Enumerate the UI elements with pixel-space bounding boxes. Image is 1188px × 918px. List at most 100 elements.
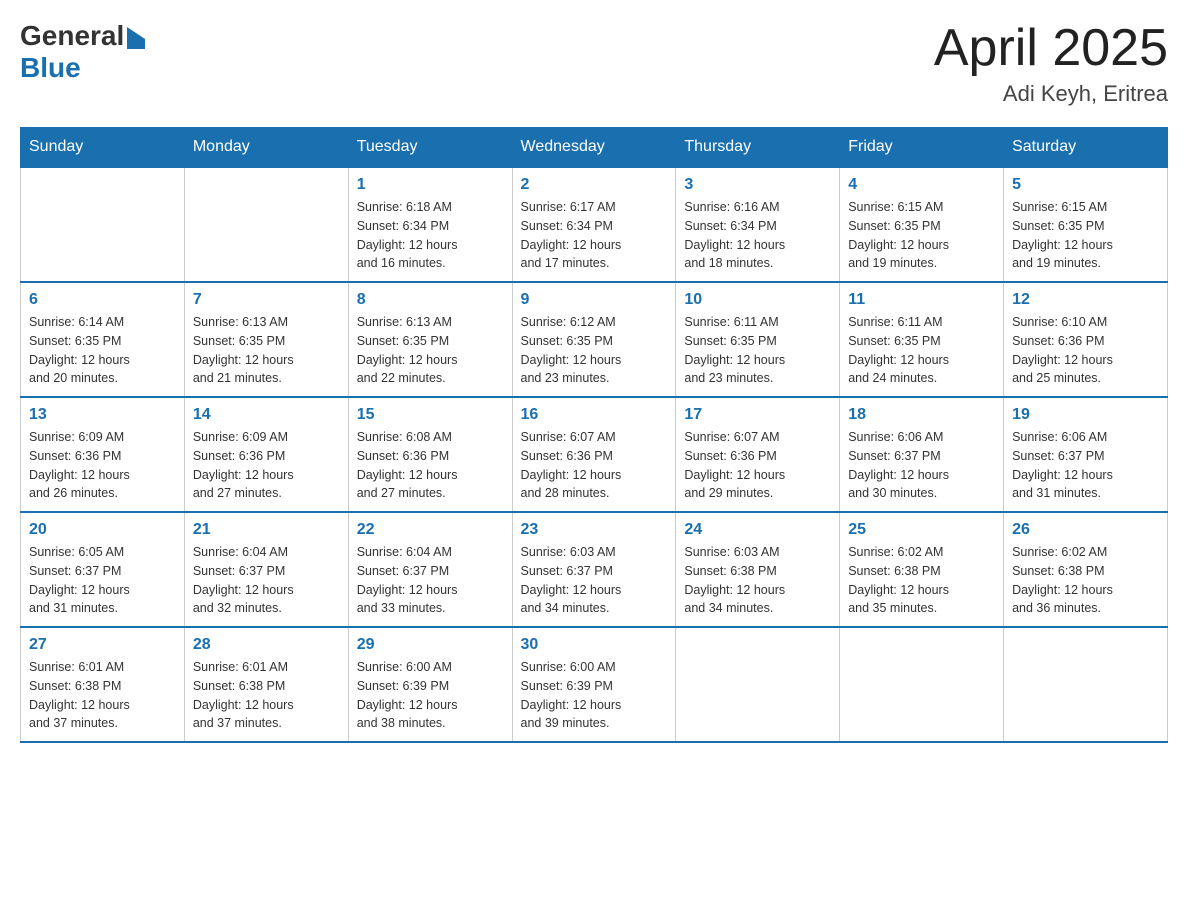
calendar-week-row: 1 Sunrise: 6:18 AMSunset: 6:34 PMDaylight… <box>21 167 1168 282</box>
day-number: 9 <box>521 291 668 309</box>
day-info: Sunrise: 6:01 AMSunset: 6:38 PMDaylight:… <box>193 658 340 733</box>
day-info: Sunrise: 6:06 AMSunset: 6:37 PMDaylight:… <box>1012 428 1159 503</box>
logo-general-text: General <box>20 20 124 52</box>
calendar-day-header: Friday <box>840 128 1004 168</box>
calendar-cell: 27Sunrise: 6:01 AMSunset: 6:38 PMDayligh… <box>21 627 185 742</box>
logo: General Blue <box>20 20 145 84</box>
day-number: 10 <box>684 291 831 309</box>
page-header: General Blue April 2025 Adi Keyh, Eritre… <box>20 20 1168 107</box>
day-number: 21 <box>193 521 340 539</box>
calendar-day-header: Saturday <box>1004 128 1168 168</box>
calendar-cell: 6 Sunrise: 6:14 AMSunset: 6:35 PMDaylight… <box>21 282 185 397</box>
day-info: Sunrise: 6:05 AMSunset: 6:37 PMDaylight:… <box>29 543 176 618</box>
day-info: Sunrise: 6:06 AMSunset: 6:37 PMDaylight:… <box>848 428 995 503</box>
day-number: 1 <box>357 176 504 194</box>
day-number: 18 <box>848 406 995 424</box>
day-number: 17 <box>684 406 831 424</box>
day-number: 4 <box>848 176 995 194</box>
day-info: Sunrise: 6:09 AMSunset: 6:36 PMDaylight:… <box>29 428 176 503</box>
calendar-cell: 16 Sunrise: 6:07 AMSunset: 6:36 PMDayligh… <box>512 397 676 512</box>
calendar-cell: 29Sunrise: 6:00 AMSunset: 6:39 PMDayligh… <box>348 627 512 742</box>
logo-icon: General Blue <box>20 20 145 84</box>
calendar-table: SundayMondayTuesdayWednesdayThursdayFrid… <box>20 127 1168 743</box>
calendar-cell: 5 Sunrise: 6:15 AMSunset: 6:35 PMDaylight… <box>1004 167 1168 282</box>
day-number: 25 <box>848 521 995 539</box>
day-info: Sunrise: 6:15 AMSunset: 6:35 PMDaylight:… <box>1012 198 1159 273</box>
calendar-cell: 13 Sunrise: 6:09 AMSunset: 6:36 PMDayligh… <box>21 397 185 512</box>
calendar-cell: 23Sunrise: 6:03 AMSunset: 6:37 PMDayligh… <box>512 512 676 627</box>
day-info: Sunrise: 6:12 AMSunset: 6:35 PMDaylight:… <box>521 313 668 388</box>
day-number: 16 <box>521 406 668 424</box>
day-number: 13 <box>29 406 176 424</box>
calendar-cell: 21 Sunrise: 6:04 AMSunset: 6:37 PMDayligh… <box>184 512 348 627</box>
logo-blue-text: Blue <box>20 52 81 84</box>
calendar-header-row: SundayMondayTuesdayWednesdayThursdayFrid… <box>21 128 1168 168</box>
day-info: Sunrise: 6:11 AMSunset: 6:35 PMDaylight:… <box>684 313 831 388</box>
day-number: 14 <box>193 406 340 424</box>
calendar-cell: 9 Sunrise: 6:12 AMSunset: 6:35 PMDaylight… <box>512 282 676 397</box>
calendar-week-row: 20 Sunrise: 6:05 AMSunset: 6:37 PMDayligh… <box>21 512 1168 627</box>
day-number: 3 <box>684 176 831 194</box>
calendar-cell <box>21 167 185 282</box>
calendar-week-row: 6 Sunrise: 6:14 AMSunset: 6:35 PMDaylight… <box>21 282 1168 397</box>
calendar-cell: 12 Sunrise: 6:10 AMSunset: 6:36 PMDayligh… <box>1004 282 1168 397</box>
day-number: 2 <box>521 176 668 194</box>
day-number: 6 <box>29 291 176 309</box>
calendar-cell: 8Sunrise: 6:13 AMSunset: 6:35 PMDaylight… <box>348 282 512 397</box>
month-title: April 2025 <box>934 20 1168 77</box>
day-info: Sunrise: 6:10 AMSunset: 6:36 PMDaylight:… <box>1012 313 1159 388</box>
day-info: Sunrise: 6:17 AMSunset: 6:34 PMDaylight:… <box>521 198 668 273</box>
day-number: 28 <box>193 636 340 654</box>
day-info: Sunrise: 6:14 AMSunset: 6:35 PMDaylight:… <box>29 313 176 388</box>
calendar-cell: 17 Sunrise: 6:07 AMSunset: 6:36 PMDayligh… <box>676 397 840 512</box>
day-number: 7 <box>193 291 340 309</box>
day-info: Sunrise: 6:07 AMSunset: 6:36 PMDaylight:… <box>684 428 831 503</box>
calendar-day-header: Tuesday <box>348 128 512 168</box>
title-block: April 2025 Adi Keyh, Eritrea <box>934 20 1168 107</box>
day-info: Sunrise: 6:13 AMSunset: 6:35 PMDaylight:… <box>193 313 340 388</box>
calendar-cell: 19 Sunrise: 6:06 AMSunset: 6:37 PMDayligh… <box>1004 397 1168 512</box>
day-info: Sunrise: 6:00 AMSunset: 6:39 PMDaylight:… <box>357 658 504 733</box>
calendar-cell: 18 Sunrise: 6:06 AMSunset: 6:37 PMDayligh… <box>840 397 1004 512</box>
day-info: Sunrise: 6:02 AMSunset: 6:38 PMDaylight:… <box>1012 543 1159 618</box>
calendar-cell: 10 Sunrise: 6:11 AMSunset: 6:35 PMDayligh… <box>676 282 840 397</box>
day-info: Sunrise: 6:01 AMSunset: 6:38 PMDaylight:… <box>29 658 176 733</box>
calendar-cell: 26 Sunrise: 6:02 AMSunset: 6:38 PMDayligh… <box>1004 512 1168 627</box>
day-info: Sunrise: 6:18 AMSunset: 6:34 PMDaylight:… <box>357 198 504 273</box>
calendar-cell: 1 Sunrise: 6:18 AMSunset: 6:34 PMDaylight… <box>348 167 512 282</box>
day-number: 20 <box>29 521 176 539</box>
calendar-cell: 2 Sunrise: 6:17 AMSunset: 6:34 PMDaylight… <box>512 167 676 282</box>
calendar-cell <box>184 167 348 282</box>
day-number: 30 <box>521 636 668 654</box>
calendar-cell: 30Sunrise: 6:00 AMSunset: 6:39 PMDayligh… <box>512 627 676 742</box>
day-number: 19 <box>1012 406 1159 424</box>
calendar-week-row: 27Sunrise: 6:01 AMSunset: 6:38 PMDayligh… <box>21 627 1168 742</box>
location-title: Adi Keyh, Eritrea <box>934 81 1168 107</box>
calendar-cell: 14Sunrise: 6:09 AMSunset: 6:36 PMDayligh… <box>184 397 348 512</box>
calendar-cell: 25 Sunrise: 6:02 AMSunset: 6:38 PMDayligh… <box>840 512 1004 627</box>
day-number: 5 <box>1012 176 1159 194</box>
day-number: 11 <box>848 291 995 309</box>
day-info: Sunrise: 6:04 AMSunset: 6:37 PMDaylight:… <box>357 543 504 618</box>
day-info: Sunrise: 6:02 AMSunset: 6:38 PMDaylight:… <box>848 543 995 618</box>
day-number: 15 <box>357 406 504 424</box>
day-number: 8 <box>357 291 504 309</box>
day-info: Sunrise: 6:15 AMSunset: 6:35 PMDaylight:… <box>848 198 995 273</box>
calendar-cell: 22Sunrise: 6:04 AMSunset: 6:37 PMDayligh… <box>348 512 512 627</box>
day-number: 26 <box>1012 521 1159 539</box>
day-info: Sunrise: 6:07 AMSunset: 6:36 PMDaylight:… <box>521 428 668 503</box>
calendar-day-header: Wednesday <box>512 128 676 168</box>
day-info: Sunrise: 6:03 AMSunset: 6:38 PMDaylight:… <box>684 543 831 618</box>
day-info: Sunrise: 6:11 AMSunset: 6:35 PMDaylight:… <box>848 313 995 388</box>
day-number: 23 <box>521 521 668 539</box>
calendar-cell: 7 Sunrise: 6:13 AMSunset: 6:35 PMDaylight… <box>184 282 348 397</box>
day-number: 24 <box>684 521 831 539</box>
calendar-cell: 24 Sunrise: 6:03 AMSunset: 6:38 PMDayligh… <box>676 512 840 627</box>
day-number: 12 <box>1012 291 1159 309</box>
calendar-cell: 3Sunrise: 6:16 AMSunset: 6:34 PMDaylight… <box>676 167 840 282</box>
calendar-day-header: Sunday <box>21 128 185 168</box>
calendar-cell <box>1004 627 1168 742</box>
calendar-cell: 20 Sunrise: 6:05 AMSunset: 6:37 PMDayligh… <box>21 512 185 627</box>
day-info: Sunrise: 6:04 AMSunset: 6:37 PMDaylight:… <box>193 543 340 618</box>
calendar-cell: 11 Sunrise: 6:11 AMSunset: 6:35 PMDayligh… <box>840 282 1004 397</box>
